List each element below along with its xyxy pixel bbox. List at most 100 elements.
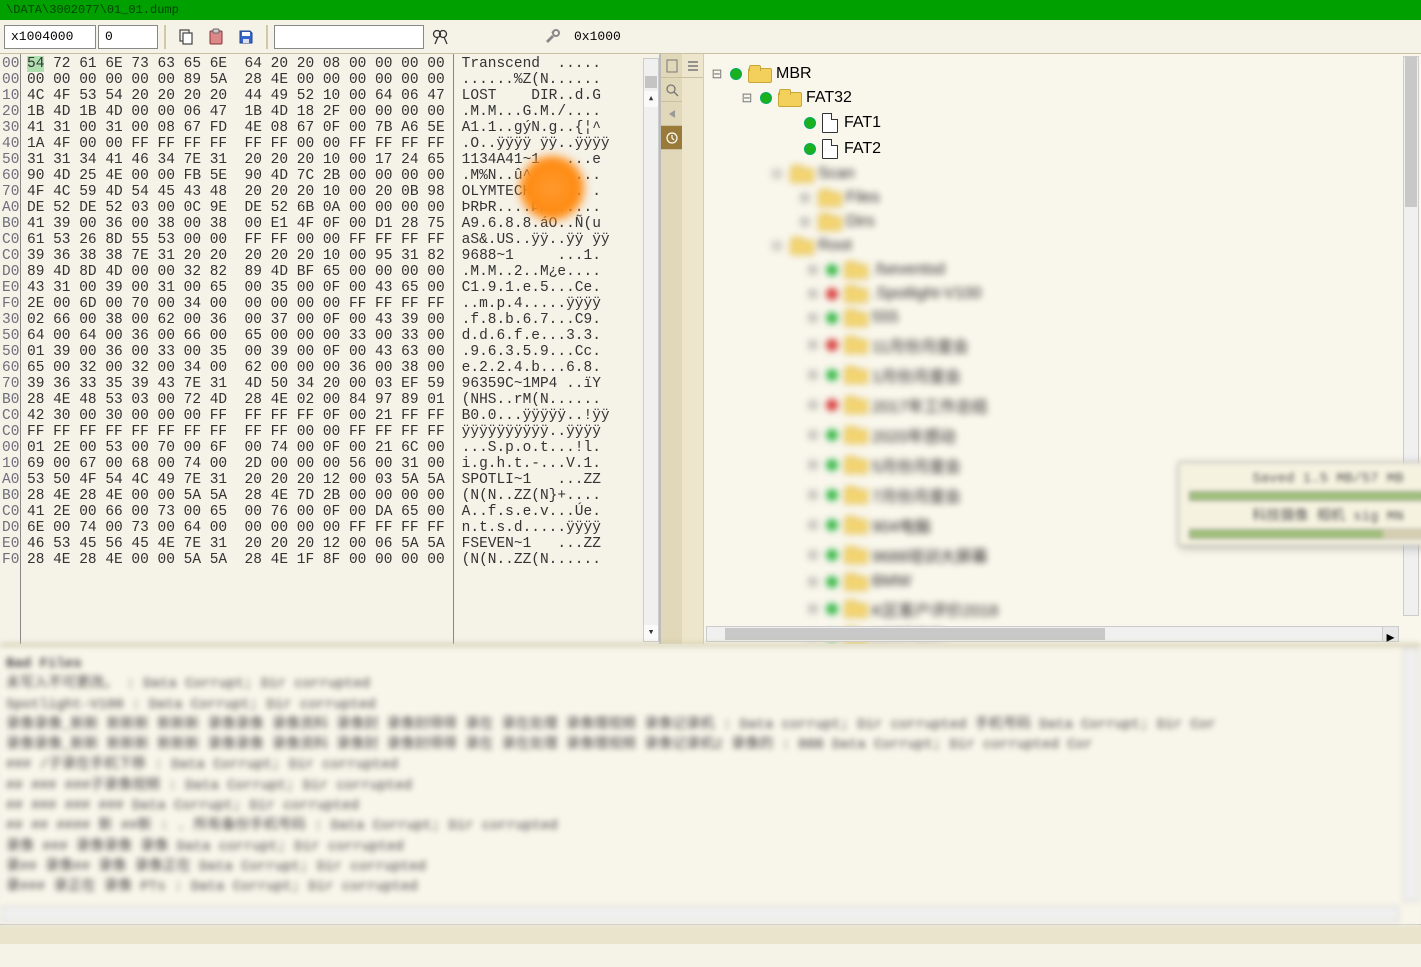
tree-node-scan[interactable]: ⊟ Scan <box>770 162 1415 186</box>
tree-label: FAT1 <box>844 114 881 132</box>
folder-icon <box>844 546 866 564</box>
folder-icon <box>844 261 866 279</box>
status-dot-icon <box>826 549 838 561</box>
tree-item[interactable]: ⊞ .Spotlight-V100 <box>806 282 1415 306</box>
expand-icon[interactable]: ⊞ <box>806 487 820 503</box>
tree-node-files[interactable]: ⊞ Files <box>798 186 1415 210</box>
collapse-icon[interactable]: ⊟ <box>710 66 724 82</box>
tree-item[interactable]: ⊞11月份月度会 <box>806 330 1415 360</box>
ascii-scrollbar[interactable]: ▴ ▾ <box>643 58 659 642</box>
folder-icon <box>844 336 866 354</box>
expand-icon[interactable]: ⊞ <box>806 286 820 302</box>
expand-icon[interactable]: ⊞ <box>806 517 820 533</box>
tree-label: FAT32 <box>806 89 852 107</box>
tree-item-label: 2017年工作总结 <box>872 393 988 417</box>
expand-icon[interactable]: ⊞ <box>806 262 820 278</box>
tree-pane: ⊟ MBR ⊟ FAT32 FAT1 FAT2 <box>682 54 1421 644</box>
tree-body[interactable]: ⊟ MBR ⊟ FAT32 FAT1 FAT2 <box>704 54 1421 644</box>
sector-input[interactable] <box>98 25 158 49</box>
title-bar: \DATA\3002077\01_01.dump <box>0 0 1421 20</box>
hex-ascii-column: Transcend ..... ......%Z(N...... LOST DI… <box>454 54 659 644</box>
collapse-icon[interactable]: ⊟ <box>770 238 784 254</box>
clock-icon[interactable] <box>661 126 682 150</box>
tree-node-fat2[interactable]: FAT2 <box>784 136 1415 162</box>
search-input[interactable] <box>274 25 424 49</box>
tree-node-fat32[interactable]: ⊟ FAT32 <box>740 86 1415 110</box>
block-label: 0x1000 <box>568 29 621 44</box>
tree-item[interactable]: ⊞ 555 <box>806 306 1415 330</box>
hex-pane: 00 00 10 20 30 40 50 60 70 A0 B0 C0 C0 D… <box>0 54 660 644</box>
hex-bytes-column[interactable]: 54 72 61 6E 73 63 65 6E 64 20 20 08 00 0… <box>20 54 454 644</box>
expand-icon[interactable]: ⊞ <box>798 214 812 230</box>
folder-icon <box>818 213 840 231</box>
expand-icon[interactable]: ⊞ <box>806 547 820 563</box>
list-icon[interactable] <box>682 54 703 78</box>
expand-icon[interactable]: ⊞ <box>798 190 812 206</box>
find-button[interactable] <box>426 23 454 51</box>
expand-icon[interactable]: ⊞ <box>806 574 820 590</box>
tree-item[interactable]: ⊞2020年感动 <box>806 420 1415 450</box>
status-dot-icon <box>826 576 838 588</box>
tree-label: MBR <box>776 65 812 83</box>
expand-icon[interactable]: ⊞ <box>806 367 820 383</box>
copy-button[interactable] <box>172 23 200 51</box>
folder-icon <box>748 65 770 83</box>
scroll-right-icon[interactable]: ▸ <box>1382 627 1398 641</box>
tree-node-mbr[interactable]: ⊟ MBR <box>710 62 1415 86</box>
tree-label: FAT2 <box>844 140 881 158</box>
tools-button[interactable] <box>538 23 566 51</box>
tree-item-label: 555 <box>872 309 899 327</box>
expand-icon[interactable]: ⊞ <box>806 397 820 413</box>
tree-item-label: .Spotlight-V100 <box>872 285 981 303</box>
tree-node-fat1[interactable]: FAT1 <box>784 110 1415 136</box>
expand-icon[interactable]: ⊞ <box>806 337 820 353</box>
tree-label: Files <box>846 189 880 207</box>
collapse-icon[interactable]: ⊟ <box>770 166 784 182</box>
collapse-icon[interactable]: ⊟ <box>740 90 754 106</box>
expand-icon[interactable]: ⊞ <box>806 457 820 473</box>
status-dot-icon <box>804 143 816 155</box>
status-dot-icon <box>826 288 838 300</box>
status-dot-icon <box>826 264 838 276</box>
toolbar: 0x1000 <box>0 20 1421 54</box>
tree-node-root[interactable]: ⊟ Root <box>770 234 1415 258</box>
progress-fill <box>1190 530 1383 538</box>
tree-node-dirs[interactable]: ⊞ Dirs <box>798 210 1415 234</box>
log-hscrollbar[interactable] <box>2 906 1399 922</box>
bookmark-icon[interactable] <box>661 54 682 78</box>
folder-icon <box>844 426 866 444</box>
tree-item[interactable]: ⊞K区客户评价2018 <box>806 594 1415 624</box>
paste-button[interactable] <box>202 23 230 51</box>
log-vscrollbar[interactable] <box>1403 648 1419 902</box>
folder-icon <box>790 237 812 255</box>
tree-item[interactable]: ⊞ 2017年工作总结 <box>806 390 1415 420</box>
tree-label: Dirs <box>846 213 874 231</box>
search-icon[interactable] <box>661 78 682 102</box>
tree-item[interactable]: ⊞1月份月度会 <box>806 360 1415 390</box>
hex-side-buttons <box>660 54 682 644</box>
scroll-thumb[interactable] <box>645 76 657 88</box>
status-dot-icon <box>826 603 838 615</box>
tree-item[interactable]: ⊞ BMW <box>806 570 1415 594</box>
tree-hscrollbar[interactable]: ▸ <box>706 626 1399 642</box>
scroll-thumb[interactable] <box>1405 57 1417 207</box>
expand-icon[interactable]: ⊞ <box>806 427 820 443</box>
expand-icon[interactable]: ⊞ <box>806 310 820 326</box>
status-dot-icon <box>826 429 838 441</box>
tree-item[interactable]: ⊞.fseventsd <box>806 258 1415 282</box>
offset-input[interactable] <box>4 25 96 49</box>
back-icon[interactable] <box>661 102 682 126</box>
separator <box>266 25 268 49</box>
tree-item-label: BMW <box>872 573 911 591</box>
scroll-up-icon[interactable]: ▴ <box>644 91 658 107</box>
status-dot-icon <box>826 369 838 381</box>
folder-icon <box>844 366 866 384</box>
scroll-thumb[interactable] <box>725 628 1105 640</box>
file-icon <box>822 139 838 159</box>
scroll-down-icon[interactable]: ▾ <box>644 625 658 641</box>
save-button[interactable] <box>232 23 260 51</box>
folder-icon <box>844 309 866 327</box>
folder-icon <box>844 456 866 474</box>
expand-icon[interactable]: ⊞ <box>806 601 820 617</box>
status-dot-icon <box>730 68 742 80</box>
